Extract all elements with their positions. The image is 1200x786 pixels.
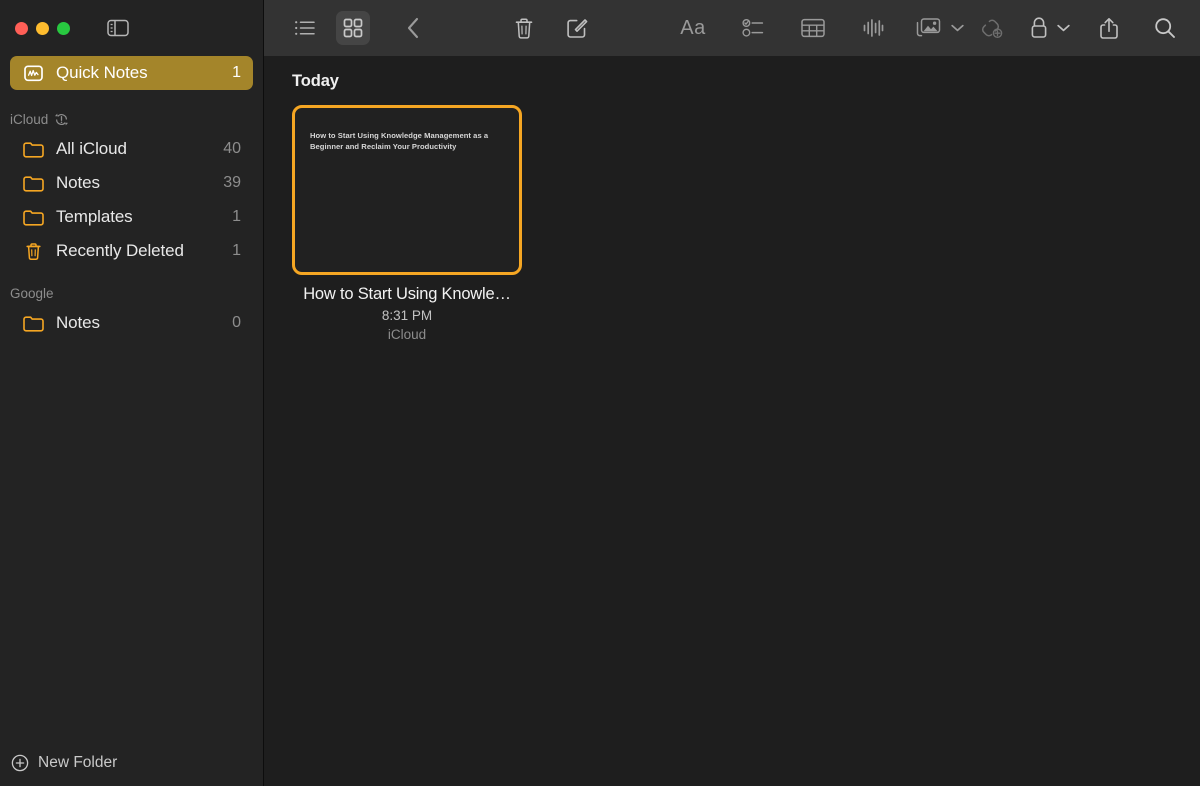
sidebar-item-recently-deleted[interactable]: Recently Deleted 1: [10, 234, 253, 268]
sidebar-item-count: 39: [223, 174, 241, 192]
toolbar-right-group: [974, 11, 1182, 45]
aa-icon: Aa: [680, 17, 705, 40]
folder-icon: [22, 207, 44, 227]
back-button[interactable]: [396, 11, 430, 45]
traffic-lights: [15, 22, 70, 35]
sidebar-item-count: 1: [232, 64, 241, 82]
add-link-button[interactable]: [974, 11, 1008, 45]
toolbar: Aa: [264, 0, 1200, 56]
toolbar-format-group: Aa: [676, 11, 964, 45]
note-time: 8:31 PM: [292, 304, 522, 323]
note-thumbnail[interactable]: How to Start Using Knowledge Management …: [292, 105, 522, 275]
sidebar-item-templates[interactable]: Templates 1: [10, 200, 253, 234]
sidebar-item-label: Templates: [56, 207, 232, 227]
gallery-view-button[interactable]: [336, 11, 370, 45]
note-title: How to Start Using Knowle…: [292, 285, 522, 304]
sidebar-item-label: Recently Deleted: [56, 241, 232, 261]
sidebar-titlebar: [0, 0, 263, 56]
note-preview-text: How to Start Using Knowledge Management …: [310, 130, 504, 152]
sidebar-item-quick-notes[interactable]: Quick Notes 1: [10, 56, 253, 90]
chevron-down-icon: [1057, 24, 1070, 32]
sidebar-item-label: All iCloud: [56, 139, 223, 159]
sidebar-item-label: Notes: [56, 173, 223, 193]
sidebar-item-count: 0: [232, 314, 241, 332]
sidebar-item-count: 1: [232, 208, 241, 226]
sidebar-item-notes-icloud[interactable]: Notes 39: [10, 166, 253, 200]
share-button[interactable]: [1092, 11, 1126, 45]
new-folder-label: New Folder: [38, 754, 117, 772]
sidebar-section-header-icloud: iCloud: [0, 106, 263, 132]
media-button[interactable]: [916, 11, 964, 45]
section-title-icloud: iCloud: [10, 112, 48, 127]
chevron-down-icon: [951, 24, 964, 32]
list-view-button[interactable]: [288, 11, 322, 45]
maximize-button[interactable]: [57, 22, 70, 35]
sidebar-toggle-icon[interactable]: [106, 18, 130, 39]
note-caption: How to Start Using Knowle… 8:31 PM iClou…: [292, 275, 522, 342]
section-title-today: Today: [292, 56, 1172, 105]
sidebar-item-notes-google[interactable]: Notes 0: [10, 306, 253, 340]
folder-icon: [22, 313, 44, 333]
compose-note-button[interactable]: [560, 11, 594, 45]
sidebar-item-label: Quick Notes: [56, 63, 232, 83]
sidebar: Quick Notes 1 iCloud: [0, 0, 264, 786]
plus-circle-icon: [10, 753, 30, 773]
folder-icon: [22, 139, 44, 159]
search-button[interactable]: [1148, 11, 1182, 45]
note-cell[interactable]: How to Start Using Knowledge Management …: [292, 105, 522, 342]
lock-button[interactable]: [1030, 11, 1070, 45]
audio-button[interactable]: [856, 11, 890, 45]
close-button[interactable]: [15, 22, 28, 35]
delete-note-button[interactable]: [507, 11, 541, 45]
sync-alert-icon[interactable]: [54, 112, 69, 127]
sidebar-item-all-icloud[interactable]: All iCloud 40: [10, 132, 253, 166]
checklist-button[interactable]: [736, 11, 770, 45]
toolbar-edit-group: [507, 11, 594, 45]
quick-notes-icon: [22, 63, 44, 83]
toolbar-view-group: [288, 11, 430, 45]
main-area: Aa: [264, 0, 1200, 786]
format-text-button[interactable]: Aa: [676, 11, 710, 45]
notes-gallery: Today How to Start Using Knowledge Manag…: [264, 56, 1200, 786]
sidebar-section-header-google: Google: [0, 280, 263, 306]
note-account: iCloud: [292, 323, 522, 342]
table-button[interactable]: [796, 11, 830, 45]
trash-icon: [22, 241, 44, 261]
section-title-google: Google: [10, 286, 54, 301]
new-folder-button[interactable]: New Folder: [0, 740, 264, 786]
minimize-button[interactable]: [36, 22, 49, 35]
sidebar-item-count: 1: [232, 242, 241, 260]
notes-grid: How to Start Using Knowledge Management …: [292, 105, 1172, 342]
sidebar-item-count: 40: [223, 140, 241, 158]
notes-window: Quick Notes 1 iCloud: [0, 0, 1200, 786]
folder-icon: [22, 173, 44, 193]
sidebar-list: Quick Notes 1 iCloud: [0, 56, 263, 340]
sidebar-item-label: Notes: [56, 313, 232, 333]
